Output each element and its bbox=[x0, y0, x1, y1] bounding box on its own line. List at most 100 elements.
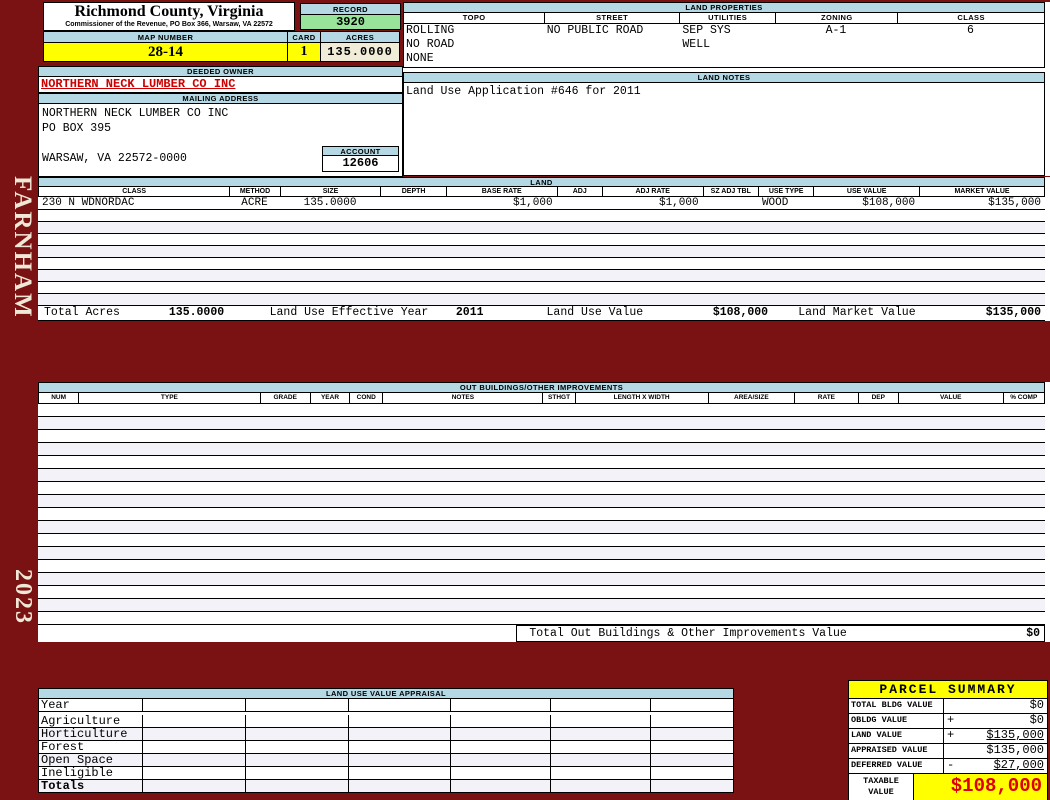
summary-row-appraised: APPRAISED VALUE $135,000 bbox=[848, 744, 1048, 759]
out-buildings-total-value: $0 bbox=[1026, 627, 1040, 640]
total-acres-label: Total Acres bbox=[44, 306, 120, 319]
land-section: LAND CLASS METHOD SIZE DEPTH BASE RATE ADJ … bbox=[38, 177, 1050, 321]
effective-year-value: 2011 bbox=[455, 306, 484, 319]
mailing-line: NORTHERN NECK LUMBER CO INC bbox=[42, 107, 229, 120]
col-zoning: ZONING bbox=[775, 13, 898, 24]
out-buildings-empty-row bbox=[38, 573, 1045, 586]
land-notes-body: Land Use Application #646 for 2011 bbox=[403, 83, 1045, 176]
land-empty-row bbox=[38, 270, 1045, 282]
land-notes-title: LAND NOTES bbox=[403, 72, 1045, 83]
class-value: 6 bbox=[966, 24, 974, 37]
land-data-row: 230 N WDNORDAC ACRE 135.0000 $1,000 $1,0… bbox=[38, 197, 1045, 210]
land-use-value-total: $108,000 bbox=[712, 306, 769, 319]
parcel-summary-title: PARCEL SUMMARY bbox=[848, 680, 1048, 699]
col-topo: TOPO bbox=[403, 13, 545, 24]
appraisal-row-horticulture: Horticulture bbox=[38, 728, 734, 741]
card-label: CARD bbox=[287, 31, 320, 43]
land-properties-panel: LAND PROPERTIES TOPO STREET UTILITIES ZO… bbox=[403, 2, 1050, 176]
land-properties-title: LAND PROPERTIES bbox=[403, 2, 1045, 13]
land-adj bbox=[557, 197, 602, 209]
land-empty-row bbox=[38, 246, 1045, 258]
taxable-value-label: TAXABLE VALUE bbox=[848, 774, 914, 800]
account-box: ACCOUNT 12606 bbox=[322, 146, 399, 172]
appraisal-row-year: Year bbox=[38, 699, 734, 712]
land-market-value: $135,000 bbox=[988, 197, 1041, 209]
acres-label: ACRES bbox=[320, 31, 400, 43]
summary-row-obldg: OBLDG VALUE + $0 bbox=[848, 714, 1048, 729]
record-label: RECORD bbox=[300, 3, 401, 15]
out-buildings-empty-row bbox=[38, 495, 1045, 508]
top-section: Richmond County, Virginia Commissioner o… bbox=[38, 0, 1050, 177]
land-totals-row: Total Acres 135.0000 Land Use Effective … bbox=[38, 306, 1045, 321]
county-title: Richmond County, Virginia bbox=[74, 3, 264, 20]
street-value: NO PUBLIC ROAD bbox=[546, 24, 644, 37]
land-empty-row bbox=[38, 294, 1045, 306]
appraisal-row-ineligible: Ineligible bbox=[38, 767, 734, 780]
land-empty-row bbox=[38, 282, 1045, 294]
deeded-owner-label: DEEDED OWNER bbox=[38, 66, 403, 77]
out-buildings-empty-row bbox=[38, 521, 1045, 534]
topo-values: ROLLING NO ROAD NONE bbox=[406, 24, 455, 65]
card-value: 1 bbox=[287, 43, 320, 62]
land-market-value-total: $135,000 bbox=[985, 306, 1041, 319]
mailing-line: PO BOX 395 bbox=[42, 122, 112, 135]
mailing-address-label: MAILING ADDRESS bbox=[38, 93, 403, 104]
col-utilities: UTILITIES bbox=[679, 13, 776, 24]
district-sidebar-label: FARNHAM bbox=[9, 176, 36, 319]
effective-year-label: Land Use Effective Year bbox=[269, 306, 429, 319]
taxable-value-amount: $108,000 bbox=[914, 774, 1048, 800]
bottom-section: LAND USE VALUE APPRAISAL Year Agricultur… bbox=[38, 680, 1050, 800]
record-box: RECORD 3920 bbox=[300, 3, 401, 30]
summary-row-taxable: TAXABLE VALUE $108,000 bbox=[848, 774, 1048, 800]
summary-row-total-bldg: TOTAL BLDG VALUE $0 bbox=[848, 699, 1048, 714]
mailing-address: NORTHERN NECK LUMBER CO INC PO BOX 395 W… bbox=[38, 104, 403, 177]
col-class: CLASS bbox=[897, 13, 1045, 24]
map-number-value: 28-14 bbox=[43, 43, 287, 62]
land-use-value: $108,000 bbox=[862, 197, 916, 209]
out-buildings-title: OUT BUILDINGS/OTHER IMPROVEMENTS bbox=[38, 382, 1045, 393]
record-value: 3920 bbox=[300, 15, 401, 30]
parcel-summary: PARCEL SUMMARY TOTAL BLDG VALUE $0 OBLDG… bbox=[848, 680, 1048, 800]
out-buildings-total-label: Total Out Buildings & Other Improvements… bbox=[529, 627, 847, 640]
out-buildings-empty-row bbox=[38, 547, 1045, 560]
out-buildings-empty-row bbox=[38, 612, 1045, 625]
deeded-owner-name: NORTHERN NECK LUMBER CO INC bbox=[38, 77, 403, 93]
land-use-type: WOOD bbox=[761, 197, 789, 209]
land-class: 230 N WDNORDAC bbox=[42, 197, 135, 209]
land-empty-rows bbox=[38, 210, 1045, 306]
col-street: STREET bbox=[544, 13, 680, 24]
out-buildings-total-row: Total Out Buildings & Other Improvements… bbox=[38, 625, 1045, 642]
summary-row-deferred: DEFERRED VALUE - $27,000 bbox=[848, 759, 1048, 774]
land-base-rate: $1,000 bbox=[512, 197, 553, 209]
land-depth bbox=[380, 197, 445, 209]
land-use-value-label: Land Use Value bbox=[546, 306, 644, 319]
out-buildings-empty-row bbox=[38, 469, 1045, 482]
land-empty-row bbox=[38, 258, 1045, 270]
out-buildings-empty-row bbox=[38, 534, 1045, 547]
summary-row-land-value: LAND VALUE + $135,000 bbox=[848, 729, 1048, 744]
land-properties-values: ROLLING NO ROAD NONE NO PUBLIC ROAD SEP … bbox=[403, 24, 1045, 68]
map-card-acres: MAP NUMBER CARD ACRES 28-14 1 135.0000 bbox=[43, 31, 400, 62]
out-buildings-empty-row bbox=[38, 560, 1045, 573]
land-adj-rate: $1,000 bbox=[658, 197, 699, 209]
commissioner-address: Commissioner of the Revenue, PO Box 366,… bbox=[65, 21, 273, 28]
land-title: LAND bbox=[38, 177, 1045, 187]
out-buildings-empty-row bbox=[38, 586, 1045, 599]
land-empty-row bbox=[38, 222, 1045, 234]
owner-panel: DEEDED OWNER NORTHERN NECK LUMBER CO INC… bbox=[38, 66, 403, 177]
out-buildings-empty-row bbox=[38, 443, 1045, 456]
county-header: Richmond County, Virginia Commissioner o… bbox=[43, 2, 295, 31]
out-buildings-empty-row bbox=[38, 404, 1045, 417]
utilities-values: SEP SYS WELL bbox=[682, 24, 731, 51]
appraisal-row-totals: Totals bbox=[38, 780, 734, 793]
out-buildings-column-headers: NUM TYPE GRADE YEAR COND NOTES STHGT LENGTH … bbox=[38, 393, 1045, 404]
land-empty-row bbox=[38, 210, 1045, 222]
out-buildings-empty-row bbox=[38, 430, 1045, 443]
appraisal-row-agriculture: Agriculture bbox=[38, 715, 734, 728]
out-buildings-empty-row bbox=[38, 417, 1045, 430]
out-buildings-empty-rows bbox=[38, 404, 1045, 625]
property-record-card: FARNHAM 2023 Richmond County, Virginia C… bbox=[0, 0, 1050, 800]
map-number-label: MAP NUMBER bbox=[43, 31, 287, 43]
land-sz-adj-tbl bbox=[703, 197, 758, 209]
out-buildings-empty-row bbox=[38, 456, 1045, 469]
